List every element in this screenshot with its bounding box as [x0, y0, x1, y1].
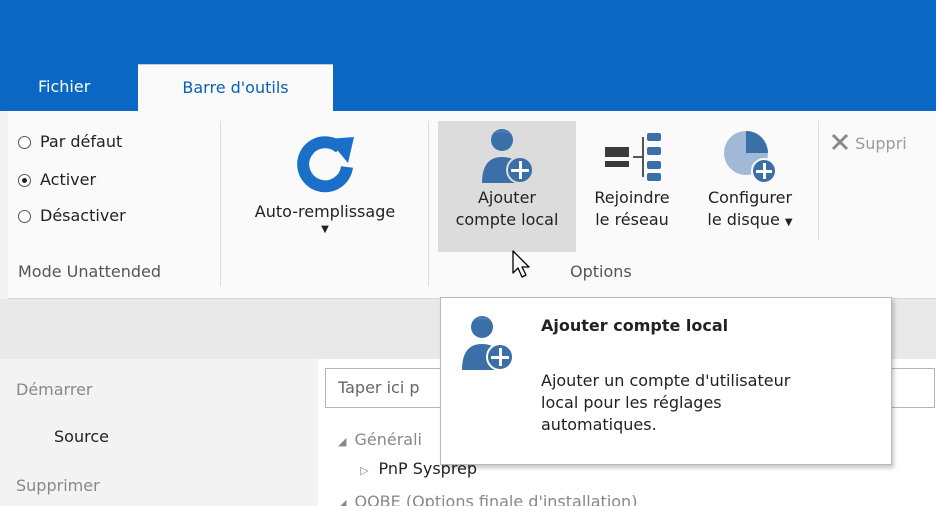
- network-icon: [605, 133, 661, 181]
- group-label-mode: Mode Unattended: [18, 262, 162, 281]
- nav-delete[interactable]: Supprimer: [16, 476, 100, 495]
- refresh-icon: [297, 136, 354, 193]
- join-network-label-2: le réseau: [595, 210, 669, 229]
- nav-start[interactable]: Démarrer: [16, 380, 93, 399]
- add-account-button[interactable]: Ajouter compte local: [438, 125, 576, 253]
- group-label-options: Options: [570, 262, 632, 281]
- tooltip-description: Ajouter un compte d'utilisateur local po…: [541, 371, 791, 434]
- dropdown-arrow-icon: ▼: [321, 224, 329, 235]
- autofill-button[interactable]: Auto-remplissage ▼: [230, 125, 420, 255]
- disk-add-icon: [724, 131, 777, 184]
- add-user-icon: [462, 316, 514, 371]
- tree-item-general[interactable]: ◢ Générali: [338, 430, 422, 449]
- close-icon: [831, 133, 849, 151]
- configure-disk-label-1: Configurer: [707, 188, 793, 207]
- tooltip: Ajouter compte local Ajouter un compte d…: [440, 297, 892, 465]
- join-network-label-1: Rejoindre: [594, 188, 670, 207]
- tree-general-label: Générali: [354, 430, 422, 449]
- add-user-icon: [482, 129, 534, 184]
- cursor-arrow-icon: [512, 250, 530, 278]
- autofill-label: Auto-remplissage: [254, 202, 396, 221]
- delete-label: Suppri: [855, 134, 907, 153]
- radio-circle-icon: [18, 210, 31, 223]
- chevron-down-icon: ◢: [338, 497, 347, 506]
- radio-activate-label: Activer: [40, 170, 97, 189]
- chevron-right-icon: ▷: [360, 464, 369, 477]
- tab-toolbar[interactable]: Barre d'outils: [138, 64, 333, 111]
- join-network-button[interactable]: Rejoindre le réseau: [578, 125, 686, 253]
- radio-deactivate[interactable]: Désactiver: [18, 206, 126, 225]
- radio-default[interactable]: Par défaut: [18, 132, 123, 151]
- radio-selected-icon: [18, 174, 31, 187]
- radio-activate[interactable]: Activer: [18, 170, 97, 189]
- tree-item-oobe[interactable]: ◢ OOBE (Options finale d'installation): [338, 492, 637, 506]
- radio-circle-icon: [18, 136, 31, 149]
- tab-file[interactable]: Fichier: [38, 64, 90, 111]
- add-account-label-1: Ajouter: [477, 188, 536, 207]
- configure-disk-label-2: le disque: [707, 210, 780, 229]
- separator: [220, 121, 221, 286]
- separator: [428, 121, 429, 286]
- radio-default-label: Par défaut: [40, 132, 123, 151]
- chevron-down-icon: ◢: [338, 435, 347, 448]
- dropdown-arrow-icon: ▼: [784, 217, 793, 228]
- add-account-label-2: compte local: [455, 210, 559, 229]
- delete-button[interactable]: Suppri: [830, 132, 936, 158]
- tree-oobe-label: OOBE (Options finale d'installation): [354, 492, 638, 506]
- nav-source[interactable]: Source: [54, 427, 109, 446]
- radio-deactivate-label: Désactiver: [40, 206, 126, 225]
- tooltip-title: Ajouter compte local: [541, 316, 729, 335]
- separator: [818, 121, 819, 241]
- configure-disk-label-row: le disque ▼: [688, 209, 812, 234]
- configure-disk-button[interactable]: Configurer le disque ▼: [688, 125, 812, 253]
